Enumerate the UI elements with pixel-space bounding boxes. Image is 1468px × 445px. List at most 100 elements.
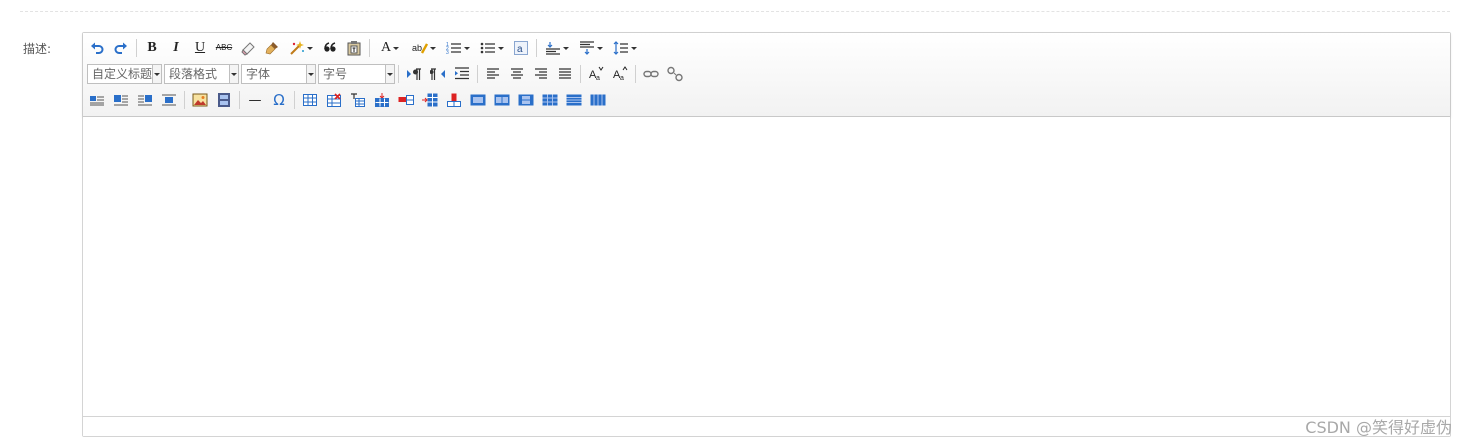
bold-button[interactable]: B	[142, 38, 162, 58]
image-left-icon	[114, 95, 128, 106]
toolbar-separator	[398, 65, 399, 83]
merge-right-button[interactable]	[492, 90, 512, 110]
align-left-icon	[487, 68, 499, 79]
film-icon	[218, 93, 230, 107]
align-justify-icon	[559, 68, 571, 79]
merge-right-icon	[494, 94, 510, 106]
delete-row-button[interactable]	[396, 90, 416, 110]
direction-ltr-button[interactable]	[404, 64, 424, 84]
chevron-down-icon	[306, 65, 315, 83]
strikethrough-button[interactable]: ABC	[214, 38, 234, 58]
uppercase-button[interactable]: Aa	[586, 64, 606, 84]
merge-cells-button[interactable]	[468, 90, 488, 110]
paragraph-format-select[interactable]: 段落格式	[164, 64, 239, 84]
svg-text:a: a	[620, 75, 624, 82]
row-spacing-bottom-button[interactable]	[576, 38, 606, 58]
insert-col-button[interactable]	[420, 90, 440, 110]
redo-icon	[114, 42, 127, 54]
ltr-icon	[407, 68, 421, 80]
link-icon	[643, 70, 659, 78]
underline-button[interactable]: U	[190, 38, 210, 58]
insert-code-button[interactable]: a	[511, 38, 531, 58]
toolbar-separator	[635, 65, 636, 83]
custom-style-select[interactable]: 自定义标题	[87, 64, 162, 84]
horizontal-rule-button[interactable]: —	[245, 90, 265, 110]
paragraph-format-value: 段落格式	[169, 67, 218, 81]
custom-style-value: 自定义标题	[92, 67, 152, 81]
toolbar-separator	[294, 91, 295, 109]
split-cells-icon	[542, 94, 558, 106]
unlink-button[interactable]	[665, 64, 685, 84]
insert-image-button[interactable]	[190, 90, 210, 110]
image-inline-icon	[90, 96, 104, 106]
merge-cells-icon	[470, 94, 486, 106]
split-to-rows-button[interactable]	[564, 90, 584, 110]
image-left-button[interactable]	[111, 90, 131, 110]
underline-icon: U	[194, 40, 206, 55]
image-center-button[interactable]	[159, 90, 179, 110]
align-justify-button[interactable]	[555, 64, 575, 84]
delete-table-button[interactable]	[324, 90, 344, 110]
unordered-list-button[interactable]	[477, 38, 507, 58]
insert-caption-button[interactable]	[348, 90, 368, 110]
align-left-button[interactable]	[483, 64, 503, 84]
merge-down-button[interactable]	[516, 90, 536, 110]
toolbar-row-2: 自定义标题 段落格式 字体 字号 A a A a	[87, 63, 689, 85]
top-divider	[20, 11, 1450, 12]
undo-icon	[91, 42, 104, 54]
delete-col-button[interactable]	[444, 90, 464, 110]
auto-typeset-button[interactable]	[286, 38, 316, 58]
editor-content-area[interactable]	[83, 117, 1450, 416]
row-spacing-top-button[interactable]	[542, 38, 572, 58]
italic-button[interactable]: I	[166, 38, 186, 58]
image-center-icon	[162, 94, 176, 106]
direction-rtl-button[interactable]	[428, 64, 448, 84]
blockquote-button[interactable]	[320, 38, 340, 58]
row-insert-icon	[375, 93, 389, 107]
editor-status-bar	[83, 416, 1450, 436]
insert-link-button[interactable]	[641, 64, 661, 84]
split-cols-icon	[590, 94, 606, 106]
insert-table-button[interactable]	[300, 90, 320, 110]
magic-wand-icon	[290, 41, 304, 55]
chevron-down-icon	[385, 65, 394, 83]
split-to-cols-button[interactable]	[588, 90, 608, 110]
svg-text:ab: ab	[412, 43, 422, 53]
font-size-value: 字号	[323, 67, 348, 81]
ordered-list-button[interactable]: 123	[443, 38, 473, 58]
align-center-button[interactable]	[507, 64, 527, 84]
eraser-button[interactable]	[238, 38, 258, 58]
table-icon	[303, 94, 317, 106]
split-to-cells-button[interactable]	[540, 90, 560, 110]
editor-toolbar: B I U ABC A ab 1 2 3 a 自定义标题 段落格式 字体 字号 …	[83, 33, 1450, 117]
insert-video-button[interactable]	[214, 90, 234, 110]
quote-icon	[324, 42, 336, 52]
special-chars-button[interactable]: Ω	[269, 90, 289, 110]
line-height-button[interactable]	[610, 38, 640, 58]
redo-button[interactable]	[111, 38, 131, 58]
image-none-button[interactable]	[87, 90, 107, 110]
indent-button[interactable]	[452, 64, 472, 84]
lowercase-button[interactable]: Aa	[610, 64, 630, 84]
font-size-select[interactable]: 字号	[318, 64, 395, 84]
font-family-select[interactable]: 字体	[241, 64, 316, 84]
table-delete-icon	[327, 93, 341, 107]
align-right-button[interactable]	[531, 64, 551, 84]
eraser-icon	[241, 42, 255, 56]
insert-row-button[interactable]	[372, 90, 392, 110]
align-top-icon	[546, 42, 560, 55]
indent-icon	[455, 67, 469, 80]
chevron-down-icon	[229, 65, 238, 83]
chevron-down-icon	[152, 65, 161, 83]
bullet-list-icon	[480, 42, 495, 54]
paste-plain-button[interactable]	[344, 38, 364, 58]
format-painter-button[interactable]	[262, 38, 282, 58]
undo-button[interactable]	[87, 38, 107, 58]
background-color-button[interactable]: ab	[409, 38, 439, 58]
font-color-button[interactable]: A	[375, 38, 405, 58]
italic-icon: I	[173, 40, 179, 55]
svg-text:a: a	[596, 75, 600, 82]
omega-icon: Ω	[273, 90, 285, 109]
brush-icon	[265, 42, 278, 55]
image-right-button[interactable]	[135, 90, 155, 110]
